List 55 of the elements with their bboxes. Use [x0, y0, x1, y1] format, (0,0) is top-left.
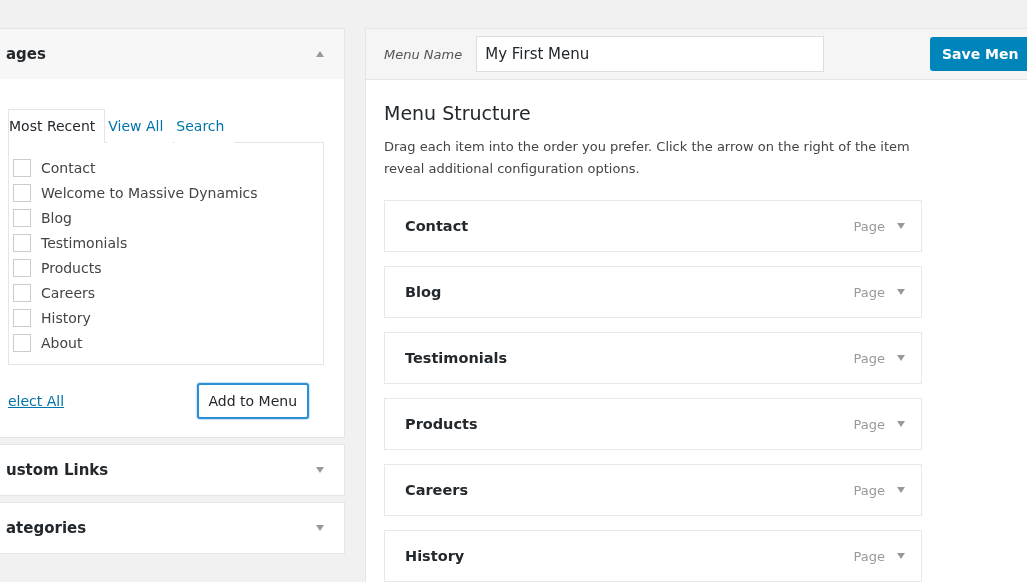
item-title: Careers: [405, 482, 470, 498]
checkbox[interactable]: [13, 259, 31, 277]
item-type: Page: [853, 350, 885, 366]
checkbox[interactable]: [13, 334, 31, 352]
page-label: Careers: [41, 285, 96, 301]
page-label: History: [41, 310, 91, 326]
menu-item[interactable]: Testimonials Page: [384, 332, 922, 384]
collapse-arrow-icon[interactable]: [316, 51, 324, 57]
page-label: Blog: [41, 210, 72, 226]
page-label: Welcome to Massive Dynamics: [41, 185, 258, 201]
expand-arrow-icon[interactable]: [897, 355, 905, 361]
checkbox[interactable]: [13, 284, 31, 302]
menu-item[interactable]: Blog Page: [384, 266, 922, 318]
checkbox[interactable]: [13, 309, 31, 327]
description-line: reveal additional configuration options.: [384, 160, 640, 178]
menu-name-field[interactable]: My First Menu: [476, 36, 825, 72]
checkbox[interactable]: [13, 234, 31, 252]
page-label: Products: [41, 260, 102, 276]
menu-item[interactable]: Careers Page: [384, 464, 922, 516]
item-title: Blog: [405, 284, 443, 300]
item-title: Contact: [405, 218, 470, 234]
menu-item[interactable]: Products Page: [384, 398, 922, 450]
page-label: Testimonials: [41, 235, 128, 251]
expand-arrow-icon[interactable]: [897, 553, 905, 559]
expand-arrow-icon[interactable]: [897, 289, 905, 295]
page-label: Contact: [41, 160, 96, 176]
checkbox[interactable]: [13, 159, 31, 177]
item-type: Page: [853, 218, 885, 234]
section-title[interactable]: ustom Links: [6, 461, 109, 479]
page-label: About: [41, 335, 83, 351]
expand-arrow-icon[interactable]: [897, 223, 905, 229]
section-title[interactable]: ages: [6, 45, 46, 63]
checkbox[interactable]: [13, 184, 31, 202]
save-menu-button[interactable]: Save Men: [930, 37, 1027, 71]
add-to-menu-button[interactable]: Add to Menu: [196, 383, 309, 419]
item-type: Page: [853, 416, 885, 432]
expand-arrow-icon[interactable]: [316, 525, 324, 531]
section-heading: Menu Structure: [384, 102, 532, 124]
item-title: History: [405, 548, 466, 564]
description-line: Drag each item into the order you prefer. Click the arrow on the right of the item: [384, 138, 910, 156]
item-title: Testimonials: [405, 350, 509, 366]
menu-name-label: Menu Name: [384, 46, 463, 62]
checkbox[interactable]: [13, 209, 31, 227]
expand-arrow-icon[interactable]: [316, 467, 324, 473]
menu-item[interactable]: History Page: [384, 530, 922, 582]
tab[interactable]: Most Recent: [8, 109, 106, 143]
item-type: Page: [853, 284, 885, 300]
item-type: Page: [853, 548, 885, 564]
item-type: Page: [853, 482, 885, 498]
expand-arrow-icon[interactable]: [897, 421, 905, 427]
select-all-link[interactable]: elect All: [8, 393, 65, 409]
menu-item[interactable]: Contact Page: [384, 200, 922, 252]
section-title[interactable]: ategories: [6, 519, 87, 537]
expand-arrow-icon[interactable]: [897, 487, 905, 493]
item-title: Products: [405, 416, 479, 432]
